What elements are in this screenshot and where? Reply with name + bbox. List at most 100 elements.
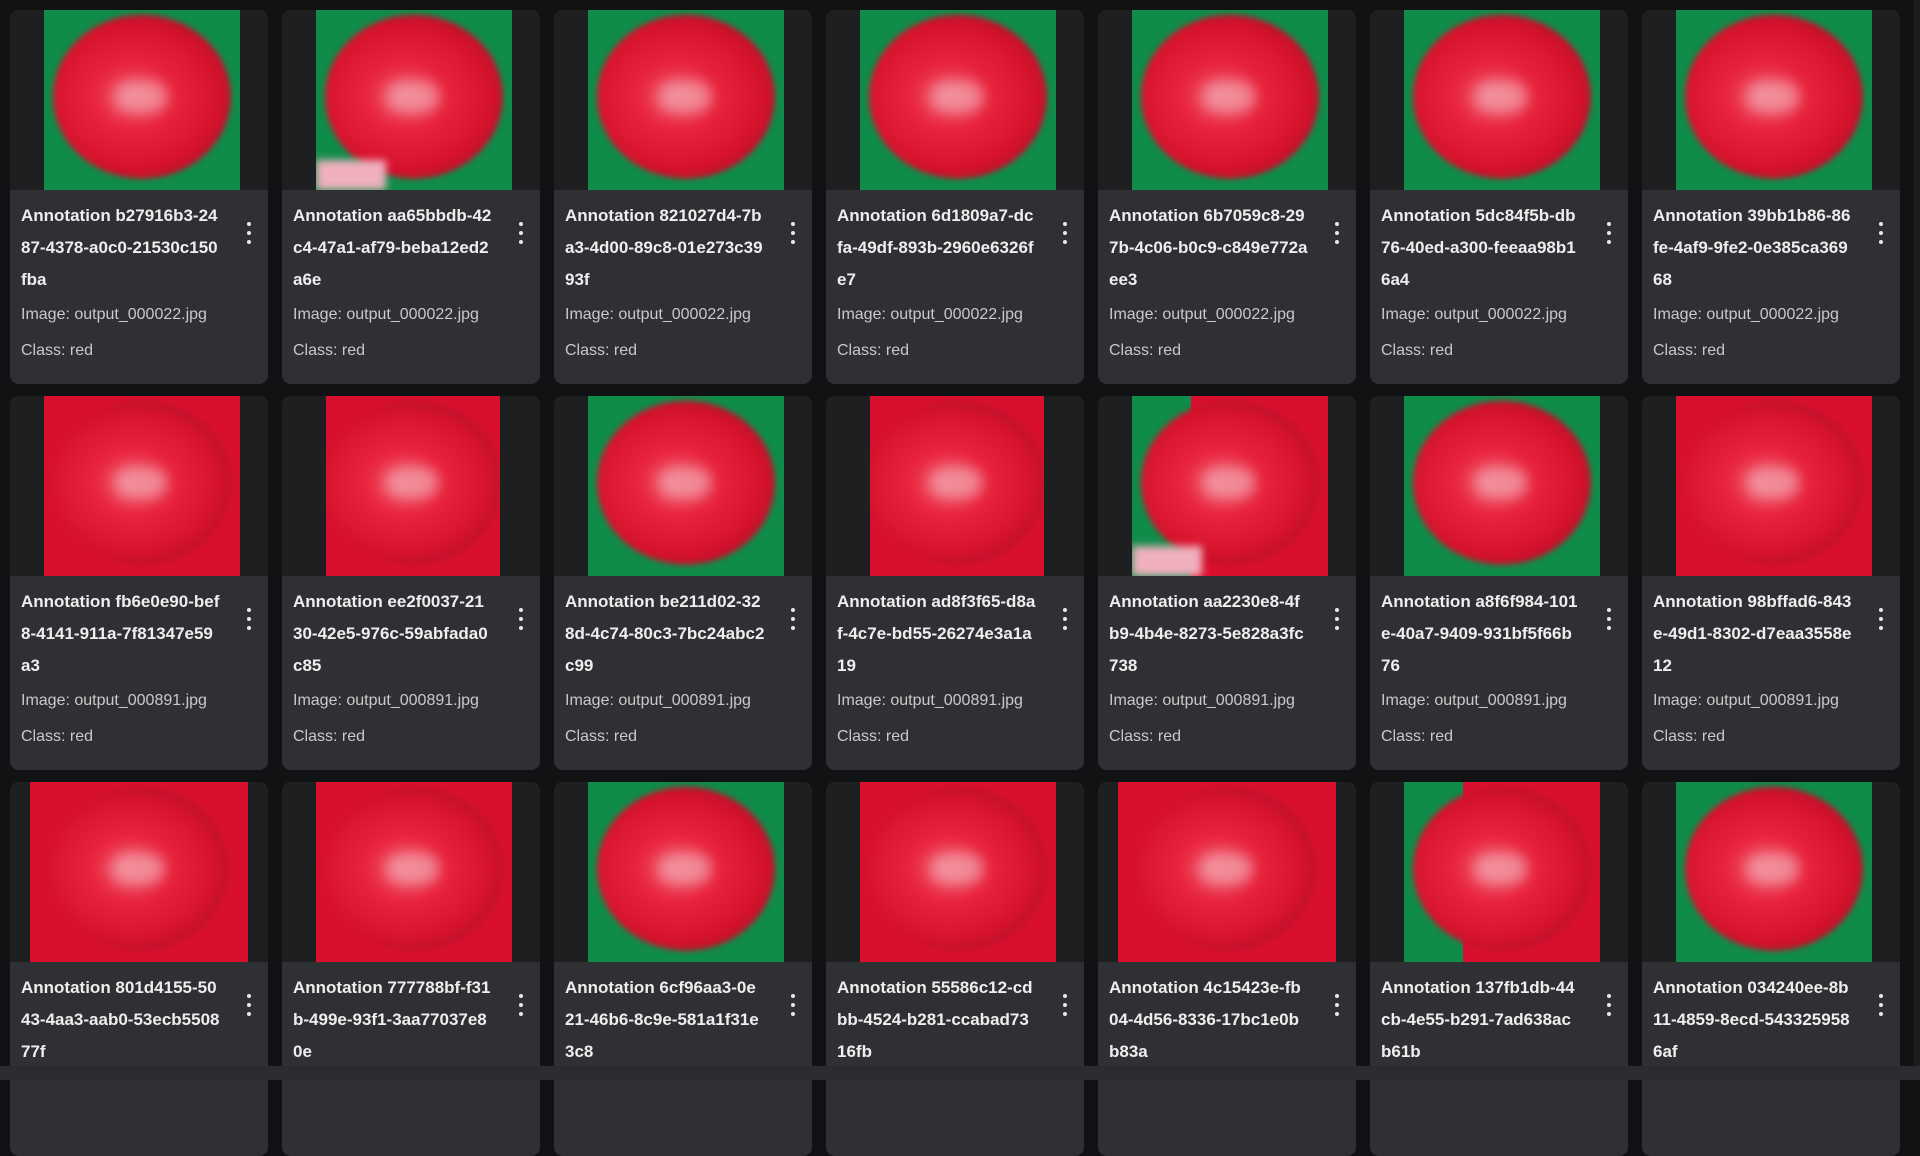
more-options-icon[interactable] <box>1876 608 1886 630</box>
annotation-thumbnail[interactable] <box>554 396 812 576</box>
class-label: Class: red <box>1381 728 1454 745</box>
red-object <box>50 786 228 951</box>
annotation-title: Annotation ad8f3f65-d8af-4c7e-bd55-26274… <box>837 592 1036 675</box>
annotation-card[interactable]: Annotation 6d1809a7-dcfa-49df-893b-2960e… <box>826 10 1084 384</box>
annotation-thumbnail[interactable] <box>1098 782 1356 962</box>
more-options-icon[interactable] <box>516 222 526 244</box>
class-label: Class: red <box>1109 728 1182 745</box>
more-options-icon[interactable] <box>1604 994 1614 1016</box>
more-options-icon[interactable] <box>244 994 254 1016</box>
annotation-thumbnail[interactable] <box>554 782 812 962</box>
cropped-image <box>860 782 1056 962</box>
more-options-icon[interactable] <box>244 608 254 630</box>
annotation-thumbnail[interactable] <box>1642 782 1900 962</box>
annotation-card[interactable]: Annotation 55586c12-cdbb-4524-b281-ccaba… <box>826 782 1084 1156</box>
more-options-icon[interactable] <box>1876 222 1886 244</box>
more-options-icon[interactable] <box>1060 608 1070 630</box>
annotation-card[interactable]: Annotation 39bb1b86-86fe-4af9-9fe2-0e385… <box>1642 10 1900 384</box>
more-options-icon[interactable] <box>1332 608 1342 630</box>
annotation-title: Annotation 5dc84f5b-db76-40ed-a300-feeaa… <box>1381 206 1576 289</box>
annotation-thumbnail[interactable] <box>1098 396 1356 576</box>
annotation-card[interactable]: Annotation aa65bbdb-42c4-47a1-af79-beba1… <box>282 10 540 384</box>
annotation-card[interactable]: Annotation 801d4155-5043-4aa3-aab0-53ecb… <box>10 782 268 1156</box>
annotation-card[interactable]: Annotation fb6e0e90-bef8-4141-911a-7f813… <box>10 396 268 770</box>
annotation-title: Annotation 777788bf-f31b-499e-93f1-3aa77… <box>293 978 491 1061</box>
annotation-card[interactable]: Annotation 137fb1db-44cb-4e55-b291-7ad63… <box>1370 782 1628 1156</box>
annotation-card[interactable]: Annotation 5dc84f5b-db76-40ed-a300-feeaa… <box>1370 10 1628 384</box>
annotation-card[interactable]: Annotation aa2230e8-4fb9-4b4e-8273-5e828… <box>1098 396 1356 770</box>
annotation-thumbnail[interactable] <box>282 782 540 962</box>
more-options-icon[interactable] <box>788 222 798 244</box>
class-label: Class: red <box>565 342 638 359</box>
annotation-thumbnail[interactable] <box>826 396 1084 576</box>
cropped-image <box>1404 396 1600 576</box>
annotation-title: Annotation 39bb1b86-86fe-4af9-9fe2-0e385… <box>1653 206 1851 289</box>
red-object <box>597 786 775 951</box>
annotation-thumbnail[interactable] <box>1370 10 1628 190</box>
annotation-card[interactable]: Annotation 6b7059c8-297b-4c06-b0c9-c849e… <box>1098 10 1356 384</box>
annotation-thumbnail[interactable] <box>282 10 540 190</box>
annotation-thumbnail[interactable] <box>10 10 268 190</box>
annotation-card[interactable]: Annotation a8f6f984-101e-40a7-9409-931bf… <box>1370 396 1628 770</box>
annotation-thumbnail[interactable] <box>826 782 1084 962</box>
annotation-card[interactable]: Annotation be211d02-328d-4c74-80c3-7bc24… <box>554 396 812 770</box>
cropped-image <box>1676 782 1872 962</box>
horizontal-scrollbar[interactable] <box>0 1066 1920 1080</box>
class-label: Class: red <box>1653 342 1726 359</box>
annotation-thumbnail[interactable] <box>1370 782 1628 962</box>
class-label: Class: red <box>293 728 366 745</box>
more-options-icon[interactable] <box>516 994 526 1016</box>
cropped-image <box>44 396 240 576</box>
red-object <box>597 400 775 565</box>
annotation-card[interactable]: Annotation 4c15423e-fb04-4d56-8336-17bc1… <box>1098 782 1356 1156</box>
more-options-icon[interactable] <box>1332 994 1342 1016</box>
more-options-icon[interactable] <box>1876 994 1886 1016</box>
red-object <box>1685 14 1863 179</box>
cropped-image <box>326 396 500 576</box>
annotation-card[interactable]: Annotation 821027d4-7ba3-4d00-89c8-01e27… <box>554 10 812 384</box>
annotation-card[interactable]: Annotation 98bffad6-843e-49d1-8302-d7eaa… <box>1642 396 1900 770</box>
annotation-card[interactable]: Annotation b27916b3-2487-4378-a0c0-21530… <box>10 10 268 384</box>
red-object <box>597 14 775 179</box>
class-label: Class: red <box>837 342 910 359</box>
annotation-thumbnail[interactable] <box>1642 10 1900 190</box>
cropped-image <box>588 396 784 576</box>
annotation-title: Annotation 4c15423e-fb04-4d56-8336-17bc1… <box>1109 978 1301 1061</box>
annotation-thumbnail[interactable] <box>1098 10 1356 190</box>
red-object <box>1141 14 1319 179</box>
more-options-icon[interactable] <box>1604 222 1614 244</box>
cropped-image <box>44 10 240 190</box>
more-options-icon[interactable] <box>788 994 798 1016</box>
annotation-title: Annotation 55586c12-cdbb-4524-b281-ccaba… <box>837 978 1033 1061</box>
more-options-icon[interactable] <box>1060 222 1070 244</box>
more-options-icon[interactable] <box>1332 222 1342 244</box>
annotation-thumbnail[interactable] <box>1642 396 1900 576</box>
class-label: Class: red <box>1381 342 1454 359</box>
pink-artifact <box>1132 546 1202 576</box>
annotation-thumbnail[interactable] <box>826 10 1084 190</box>
annotation-thumbnail[interactable] <box>282 396 540 576</box>
class-label: Class: red <box>1109 342 1182 359</box>
annotation-card[interactable]: Annotation 6cf96aa3-0e21-46b6-8c9e-581a1… <box>554 782 812 1156</box>
annotation-thumbnail[interactable] <box>10 782 268 962</box>
more-options-icon[interactable] <box>1604 608 1614 630</box>
annotation-title: Annotation 034240ee-8b11-4859-8ecd-54332… <box>1653 978 1850 1061</box>
annotation-card[interactable]: Annotation ad8f3f65-d8af-4c7e-bd55-26274… <box>826 396 1084 770</box>
vertical-scrollbar[interactable] <box>1914 0 1920 1080</box>
red-object <box>1141 400 1319 565</box>
image-filename: Image: output_000891.jpg <box>21 692 207 709</box>
more-options-icon[interactable] <box>1060 994 1070 1016</box>
annotation-thumbnail[interactable] <box>10 396 268 576</box>
annotation-thumbnail[interactable] <box>1370 396 1628 576</box>
cropped-image <box>1676 10 1872 190</box>
class-label: Class: red <box>293 342 366 359</box>
annotation-title: Annotation 98bffad6-843e-49d1-8302-d7eaa… <box>1653 592 1852 675</box>
annotation-card[interactable]: Annotation ee2f0037-2130-42e5-976c-59abf… <box>282 396 540 770</box>
annotation-card[interactable]: Annotation 034240ee-8b11-4859-8ecd-54332… <box>1642 782 1900 1156</box>
more-options-icon[interactable] <box>244 222 254 244</box>
more-options-icon[interactable] <box>516 608 526 630</box>
more-options-icon[interactable] <box>788 608 798 630</box>
annotation-thumbnail[interactable] <box>554 10 812 190</box>
annotation-card[interactable]: Annotation 777788bf-f31b-499e-93f1-3aa77… <box>282 782 540 1156</box>
annotation-title: Annotation fb6e0e90-bef8-4141-911a-7f813… <box>21 592 220 675</box>
